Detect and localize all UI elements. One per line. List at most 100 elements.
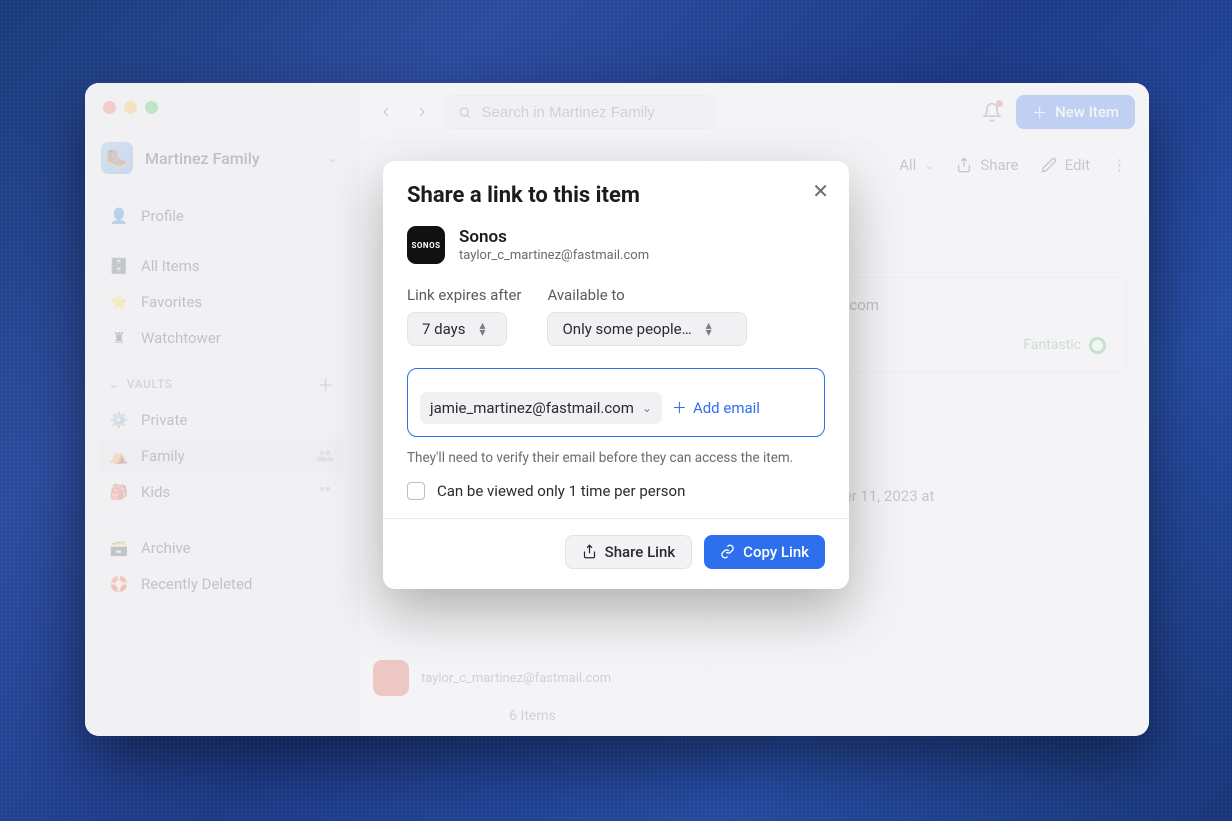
sidebar-item-label: Recently Deleted — [141, 575, 252, 593]
share-button[interactable]: Share — [956, 156, 1018, 174]
notifications-button[interactable] — [978, 98, 1006, 126]
sidebar-item-recently-deleted[interactable]: 🛟 Recently Deleted — [99, 567, 344, 601]
strength-ring-icon — [1089, 337, 1106, 354]
nav-back-button[interactable] — [373, 99, 399, 125]
sonos-logo-icon: SONOS — [407, 226, 445, 264]
modal-item-subtitle: taylor_c_martinez@fastmail.com — [459, 248, 649, 263]
minimize-window-button[interactable] — [124, 101, 137, 114]
stepper-icon: ▴▾ — [706, 322, 712, 336]
sidebar-item-profile[interactable]: 👤 Profile — [99, 199, 344, 233]
sidebar-item-label: All Items — [141, 257, 200, 275]
vaults-section-header[interactable]: ⌄ VAULTS ＋ — [99, 356, 344, 402]
filter-label: All — [899, 156, 916, 174]
edit-button[interactable]: Edit — [1041, 156, 1090, 174]
available-value: Only some people… — [562, 320, 691, 338]
share-icon — [582, 544, 597, 559]
available-label: Available to — [547, 286, 747, 304]
share-link-button[interactable]: Share Link — [565, 535, 693, 569]
trash-icon: 🛟 — [109, 575, 129, 593]
vault-kids[interactable]: 🎒 Kids — [99, 475, 344, 509]
person-icon: 👤 — [109, 207, 129, 225]
close-window-button[interactable] — [103, 101, 116, 114]
shared-icon — [316, 447, 334, 465]
password-strength: Fantastic — [1023, 337, 1106, 354]
checkbox-label: Can be viewed only 1 time per person — [437, 482, 685, 500]
chevron-down-icon: ⌄ — [642, 401, 652, 415]
window-controls — [103, 101, 344, 114]
add-email-label: Add email — [693, 399, 760, 417]
tower-icon: ♜ — [109, 329, 129, 347]
maximize-window-button[interactable] — [145, 101, 158, 114]
expires-select[interactable]: 7 days ▴▾ — [407, 312, 507, 346]
nav-forward-button[interactable] — [409, 99, 435, 125]
share-link-label: Share Link — [605, 543, 676, 561]
sidebar-item-favorites[interactable]: ⭐ Favorites — [99, 285, 344, 319]
filter-all-dropdown[interactable]: All ⌄ — [899, 156, 934, 174]
list-item[interactable]: taylor_c_martinez@fastmail.com — [373, 660, 692, 696]
tent-icon: ⛺ — [109, 447, 129, 465]
divider — [383, 518, 849, 519]
account-switcher[interactable]: 🥾 Martinez Family ⌄ — [99, 136, 344, 180]
archive-icon: 🗃️ — [109, 539, 129, 557]
app-window: 🥾 Martinez Family ⌄ 👤 Profile 🗄️ All Ite… — [85, 83, 1149, 736]
sidebar-item-label: Archive — [141, 539, 191, 557]
copy-link-label: Copy Link — [743, 543, 809, 561]
gear-icon: ⚙️ — [109, 411, 129, 429]
section-title: VAULTS — [127, 377, 173, 391]
vault-label: Private — [141, 411, 187, 429]
link-icon — [720, 544, 735, 559]
item-subtitle: taylor_c_martinez@fastmail.com — [421, 671, 611, 686]
share-label: Share — [980, 156, 1018, 174]
modal-item-name: Sonos — [459, 227, 649, 247]
modal-item-header: SONOS Sonos taylor_c_martinez@fastmail.c… — [407, 226, 825, 264]
sidebar-item-watchtower[interactable]: ♜ Watchtower — [99, 321, 344, 355]
sidebar-item-all-items[interactable]: 🗄️ All Items — [99, 249, 344, 283]
available-select[interactable]: Only some people… ▴▾ — [547, 312, 747, 346]
new-item-button[interactable]: ＋ New Item — [1016, 95, 1135, 129]
plus-icon: ＋ — [672, 397, 687, 418]
view-once-option[interactable]: Can be viewed only 1 time per person — [407, 482, 825, 500]
expires-field: Link expires after 7 days ▴▾ — [407, 286, 521, 346]
add-vault-button[interactable]: ＋ — [317, 372, 334, 396]
vault-family[interactable]: ⛺ Family — [99, 439, 344, 473]
search-input[interactable] — [482, 104, 702, 121]
stepper-icon: ▴▾ — [480, 322, 486, 336]
modal-title: Share a link to this item — [407, 183, 825, 208]
helper-text: They'll need to verify their email befor… — [407, 449, 825, 468]
plus-icon: ＋ — [1032, 102, 1047, 123]
add-email-button[interactable]: ＋ Add email — [666, 393, 766, 422]
sidebar-item-label: Watchtower — [141, 329, 221, 347]
new-item-label: New Item — [1055, 103, 1119, 121]
pencil-icon — [1041, 157, 1057, 173]
backpack-icon: 🎒 — [109, 483, 129, 501]
sidebar-item-label: Profile — [141, 207, 184, 225]
email-chip[interactable]: jamie_martinez@fastmail.com ⌄ — [420, 392, 662, 424]
sidebar: 🥾 Martinez Family ⌄ 👤 Profile 🗄️ All Ite… — [85, 83, 359, 736]
close-modal-button[interactable]: ✕ — [812, 179, 829, 203]
available-field: Available to Only some people… ▴▾ — [547, 286, 747, 346]
chevron-down-icon: ⌄ — [327, 151, 338, 166]
sidebar-item-archive[interactable]: 🗃️ Archive — [99, 531, 344, 565]
shared-icon — [316, 483, 334, 501]
vault-private[interactable]: ⚙️ Private — [99, 403, 344, 437]
search-field[interactable] — [445, 95, 715, 129]
search-icon — [458, 105, 472, 120]
expires-label: Link expires after — [407, 286, 521, 304]
account-name-label: Martinez Family — [145, 149, 315, 168]
toolbar: ＋ New Item — [359, 83, 1149, 142]
more-button[interactable]: ⋮ — [1112, 156, 1127, 174]
item-count-label: 6 Items — [359, 708, 706, 724]
item-icon — [373, 660, 409, 696]
drawer-icon: 🗄️ — [109, 257, 129, 275]
chip-email: jamie_martinez@fastmail.com — [430, 399, 634, 417]
sidebar-item-label: Favorites — [141, 293, 202, 311]
email-recipients-box[interactable]: jamie_martinez@fastmail.com ⌄ ＋ Add emai… — [407, 368, 825, 437]
expires-value: 7 days — [422, 320, 466, 338]
share-icon — [956, 157, 972, 173]
checkbox[interactable] — [407, 482, 425, 500]
copy-link-button[interactable]: Copy Link — [704, 535, 825, 569]
star-icon: ⭐ — [109, 293, 129, 311]
vault-label: Kids — [141, 483, 170, 501]
vault-label: Family — [141, 447, 185, 465]
detail-action-bar: All ⌄ Share Edit ⋮ — [899, 156, 1127, 174]
